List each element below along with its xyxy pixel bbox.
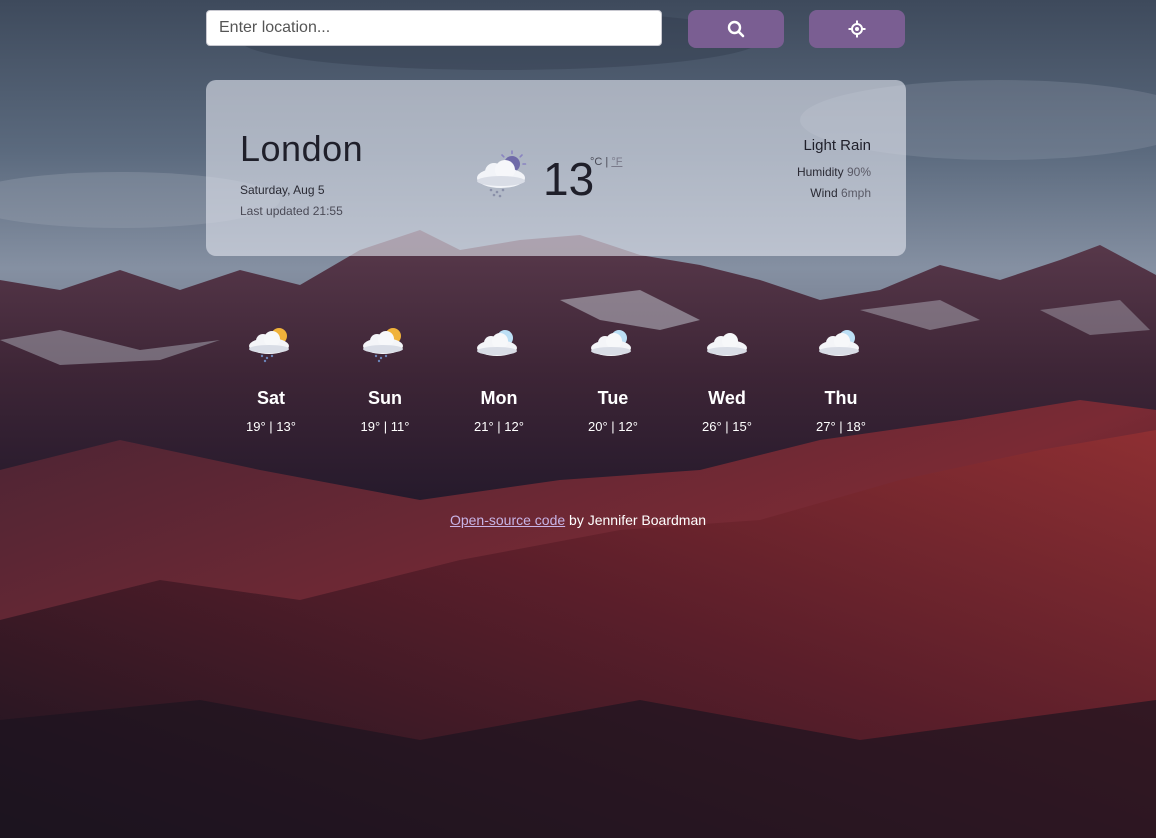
forecast-temps: 20° | 12° <box>588 419 638 434</box>
current-weather-card: London Saturday, Aug 5 Last updated 21:5… <box>206 80 906 256</box>
humidity-value: 90% <box>846 165 871 179</box>
forecast-temps: 21° | 12° <box>474 419 524 434</box>
celsius-unit[interactable]: °C <box>590 156 602 168</box>
forecast-day: Thu 27° | 18° <box>791 324 891 434</box>
forecast-day-name: Thu <box>824 388 858 408</box>
forecast-day-name: Sun <box>368 388 402 408</box>
source-code-link[interactable]: Open-source code <box>450 512 565 528</box>
wind-row: Wind 6mph <box>810 186 871 200</box>
current-date: Saturday, Aug 5 <box>240 183 325 197</box>
crosshair-icon <box>848 20 866 38</box>
forecast-day: Wed 26° | 15° <box>677 324 777 434</box>
city-name: London <box>240 128 364 169</box>
forecast-temps: 27° | 18° <box>816 419 866 434</box>
location-search-input[interactable] <box>206 10 662 46</box>
forecast-temps: 19° | 13° <box>246 419 296 434</box>
forecast-day-name: Sat <box>256 388 285 408</box>
current-location-button[interactable] <box>809 10 905 48</box>
forecast-temps: 26° | 15° <box>702 419 752 434</box>
search-icon <box>727 20 745 38</box>
cloudy-icon <box>819 330 859 356</box>
current-temperature: 13 <box>543 153 595 205</box>
forecast-day-name: Wed <box>708 388 746 408</box>
forecast-day: Tue 20° | 12° <box>563 324 663 434</box>
forecast-day-name: Mon <box>480 388 518 408</box>
rain-sun-cloud-icon <box>249 328 289 363</box>
humidity-label: Humidity <box>796 165 844 179</box>
rain-sun-cloud-icon <box>363 328 403 363</box>
footer-byline: by Jennifer Boardman <box>565 512 707 528</box>
cloud-icon <box>707 333 747 356</box>
wind-value: 6mph <box>840 186 871 200</box>
cloudy-icon <box>477 330 517 356</box>
night-rain-cloud-icon <box>477 150 527 198</box>
forecast-day: Sat 19° | 13° <box>221 324 321 434</box>
last-updated: Last updated 21:55 <box>240 204 343 218</box>
footer: Open-source code by Jennifer Boardman <box>0 512 1156 528</box>
forecast-day: Mon 21° | 12° <box>449 324 549 434</box>
humidity-row: Humidity 90% <box>797 165 871 179</box>
weather-description: Light Rain <box>803 137 871 154</box>
unit-toggle: °C | °F <box>590 156 622 168</box>
search-button[interactable] <box>688 10 784 48</box>
forecast-day: Sun 19° | 11° <box>335 324 435 434</box>
wind-label: Wind <box>810 186 838 200</box>
forecast-temps: 19° | 11° <box>360 419 410 434</box>
unit-separator: | <box>602 156 612 168</box>
forecast-day-name: Tue <box>597 388 629 408</box>
cloudy-icon <box>591 330 631 356</box>
fahrenheit-unit-link[interactable]: °F <box>611 156 622 168</box>
